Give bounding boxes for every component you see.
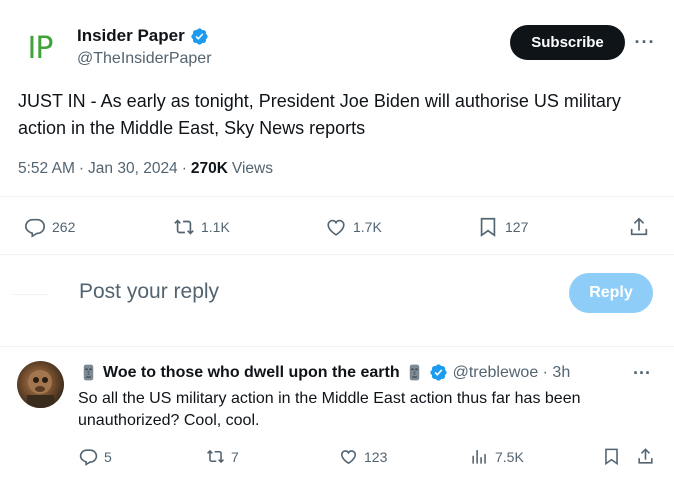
reply-input[interactable]: Post your reply xyxy=(79,280,219,304)
reply-like-count: 123 xyxy=(364,448,388,465)
reply-repost-count: 7 xyxy=(231,448,239,465)
moai-emoji-icon xyxy=(409,364,419,381)
verified-badge-icon xyxy=(191,27,208,45)
repost-icon xyxy=(207,449,224,464)
verified-badge-icon xyxy=(429,364,447,381)
insider-paper-logo[interactable]: IP xyxy=(18,26,62,70)
meta-separator: · xyxy=(78,160,85,177)
divider xyxy=(0,254,674,255)
share-button[interactable] xyxy=(628,216,650,238)
reply-icon xyxy=(79,449,98,466)
like-count: 1.7K xyxy=(353,219,382,235)
heart-icon xyxy=(327,219,345,236)
reply-bookmark-button[interactable] xyxy=(602,447,621,466)
tweet-text: JUST IN - As early as tonight, President… xyxy=(18,91,621,138)
subscribe-button[interactable]: Subscribe xyxy=(510,25,625,60)
views-label: Views xyxy=(231,160,273,177)
reply-repost-button[interactable]: 7 xyxy=(206,447,239,466)
reply-handle-time[interactable]: @treblewoe · 3h xyxy=(453,364,571,382)
reply-views-count: 7.5K xyxy=(495,448,524,465)
author-name-row[interactable]: Insider Paper xyxy=(77,26,209,46)
reply-icon xyxy=(25,218,45,238)
tweet-meta: 5:52 AM · Jan 30, 2024 · 270K Views xyxy=(18,160,273,178)
reply-submit-button[interactable]: Reply xyxy=(569,273,653,313)
reply-reply-count: 5 xyxy=(104,448,112,465)
views-count: 270K xyxy=(190,160,228,177)
reply-views-button[interactable]: 7.5K xyxy=(470,447,524,466)
meta-separator: · xyxy=(181,160,187,177)
reply-author-name[interactable]: Woe to those who dwell upon the earth xyxy=(103,364,400,382)
composer-avatar-placeholder xyxy=(12,294,48,295)
divider xyxy=(0,196,674,197)
avatar-image xyxy=(27,370,54,408)
bookmark-icon xyxy=(605,448,618,466)
like-action-button[interactable]: 1.7K xyxy=(325,216,382,238)
avatar[interactable] xyxy=(17,361,64,408)
reply-count: 262 xyxy=(52,219,76,235)
logo-text: IP xyxy=(27,30,54,66)
tweet-date[interactable]: Jan 30, 2024 xyxy=(88,160,178,178)
moai-emoji-icon xyxy=(83,364,94,381)
bookmark-action-button[interactable]: 127 xyxy=(477,216,528,238)
repost-action-button[interactable]: 1.1K xyxy=(173,216,230,238)
reply-like-button[interactable]: 123 xyxy=(339,447,387,466)
divider xyxy=(0,346,674,347)
repost-count: 1.1K xyxy=(201,219,230,235)
bookmark-icon xyxy=(480,217,496,237)
tweet-time[interactable]: 5:52 AM xyxy=(18,160,75,178)
reply-action-button[interactable]: 262 xyxy=(24,216,75,238)
reply-text: So all the US military action in the Mid… xyxy=(78,390,581,429)
heart-icon xyxy=(340,450,357,465)
analytics-icon xyxy=(472,450,486,464)
repost-icon xyxy=(174,219,194,235)
more-options-icon[interactable]: ··· xyxy=(633,30,657,54)
reply-reply-button[interactable]: 5 xyxy=(79,447,112,466)
reply-header: Woe to those who dwell upon the earth @t… xyxy=(79,363,570,382)
reply-share-button[interactable] xyxy=(636,447,655,466)
share-icon xyxy=(630,217,648,236)
author-handle[interactable]: @TheInsiderPaper xyxy=(77,50,212,68)
share-icon xyxy=(638,448,653,464)
bookmark-count: 127 xyxy=(505,219,529,235)
reply-more-options-icon[interactable]: ··· xyxy=(633,363,651,384)
author-name[interactable]: Insider Paper xyxy=(77,26,185,46)
